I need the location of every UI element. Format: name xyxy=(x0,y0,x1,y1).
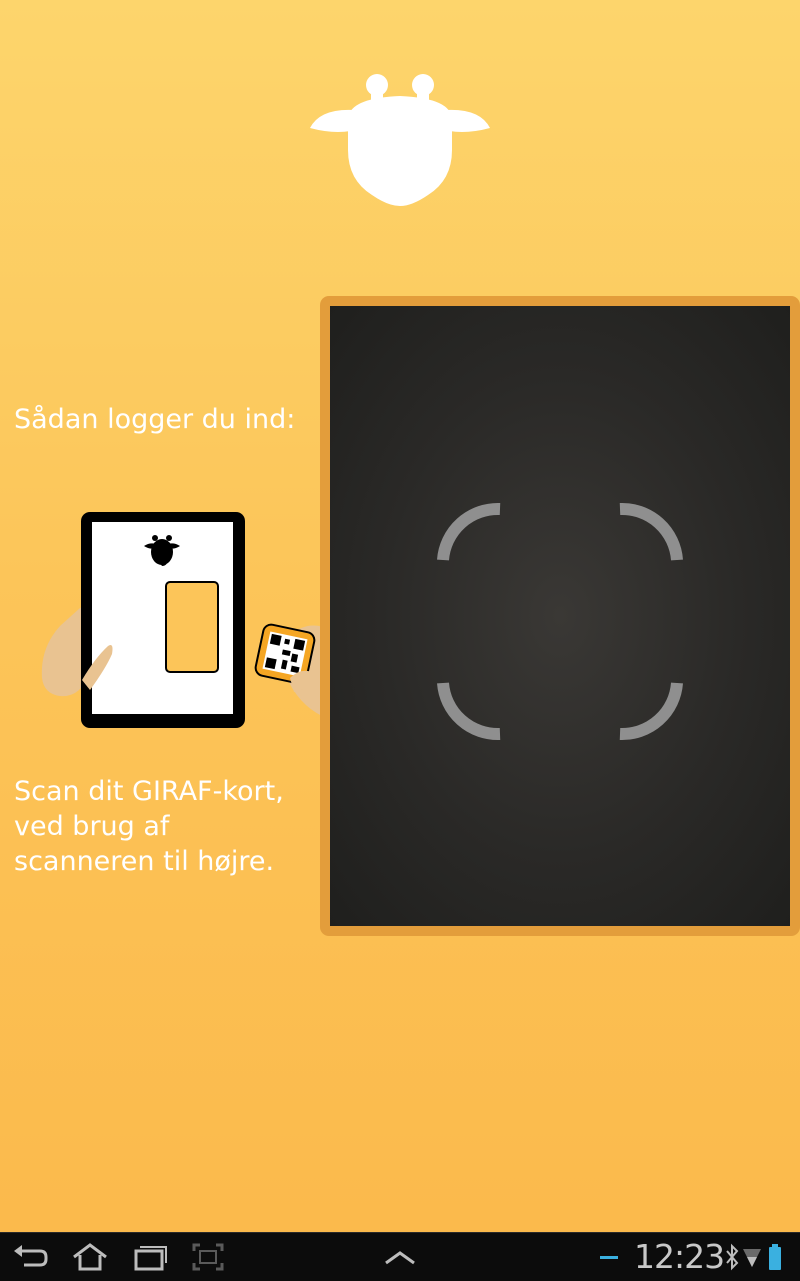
giraf-logo-icon xyxy=(310,74,490,206)
recent-apps-icon xyxy=(134,1246,167,1271)
viewfinder-corners-icon xyxy=(437,502,683,741)
menu-up-button[interactable] xyxy=(380,1241,420,1273)
back-icon xyxy=(14,1245,48,1267)
home-icon xyxy=(73,1243,107,1271)
login-instructions-text: Scan dit GIRAF-kort, ved brug af scanner… xyxy=(14,776,284,877)
login-instructions-title: Sådan logger du ind: xyxy=(14,404,296,435)
screenshot-icon xyxy=(192,1243,224,1271)
login-illustration xyxy=(41,512,352,728)
home-button[interactable] xyxy=(70,1241,110,1273)
wifi-icon xyxy=(743,1249,761,1267)
bluetooth-icon xyxy=(726,1243,739,1271)
system-navigation-bar: 12:23 xyxy=(0,1232,800,1281)
back-button[interactable] xyxy=(10,1241,50,1273)
qr-scanner-frame xyxy=(320,296,800,936)
minus-icon xyxy=(600,1256,618,1259)
status-clock: 12:23 xyxy=(634,1237,725,1276)
recent-apps-button[interactable] xyxy=(130,1241,170,1273)
screenshot-button[interactable] xyxy=(188,1241,228,1273)
menu-up-icon xyxy=(385,1251,415,1265)
qr-scanner-camera-view[interactable] xyxy=(330,306,790,926)
battery-icon xyxy=(769,1244,781,1270)
